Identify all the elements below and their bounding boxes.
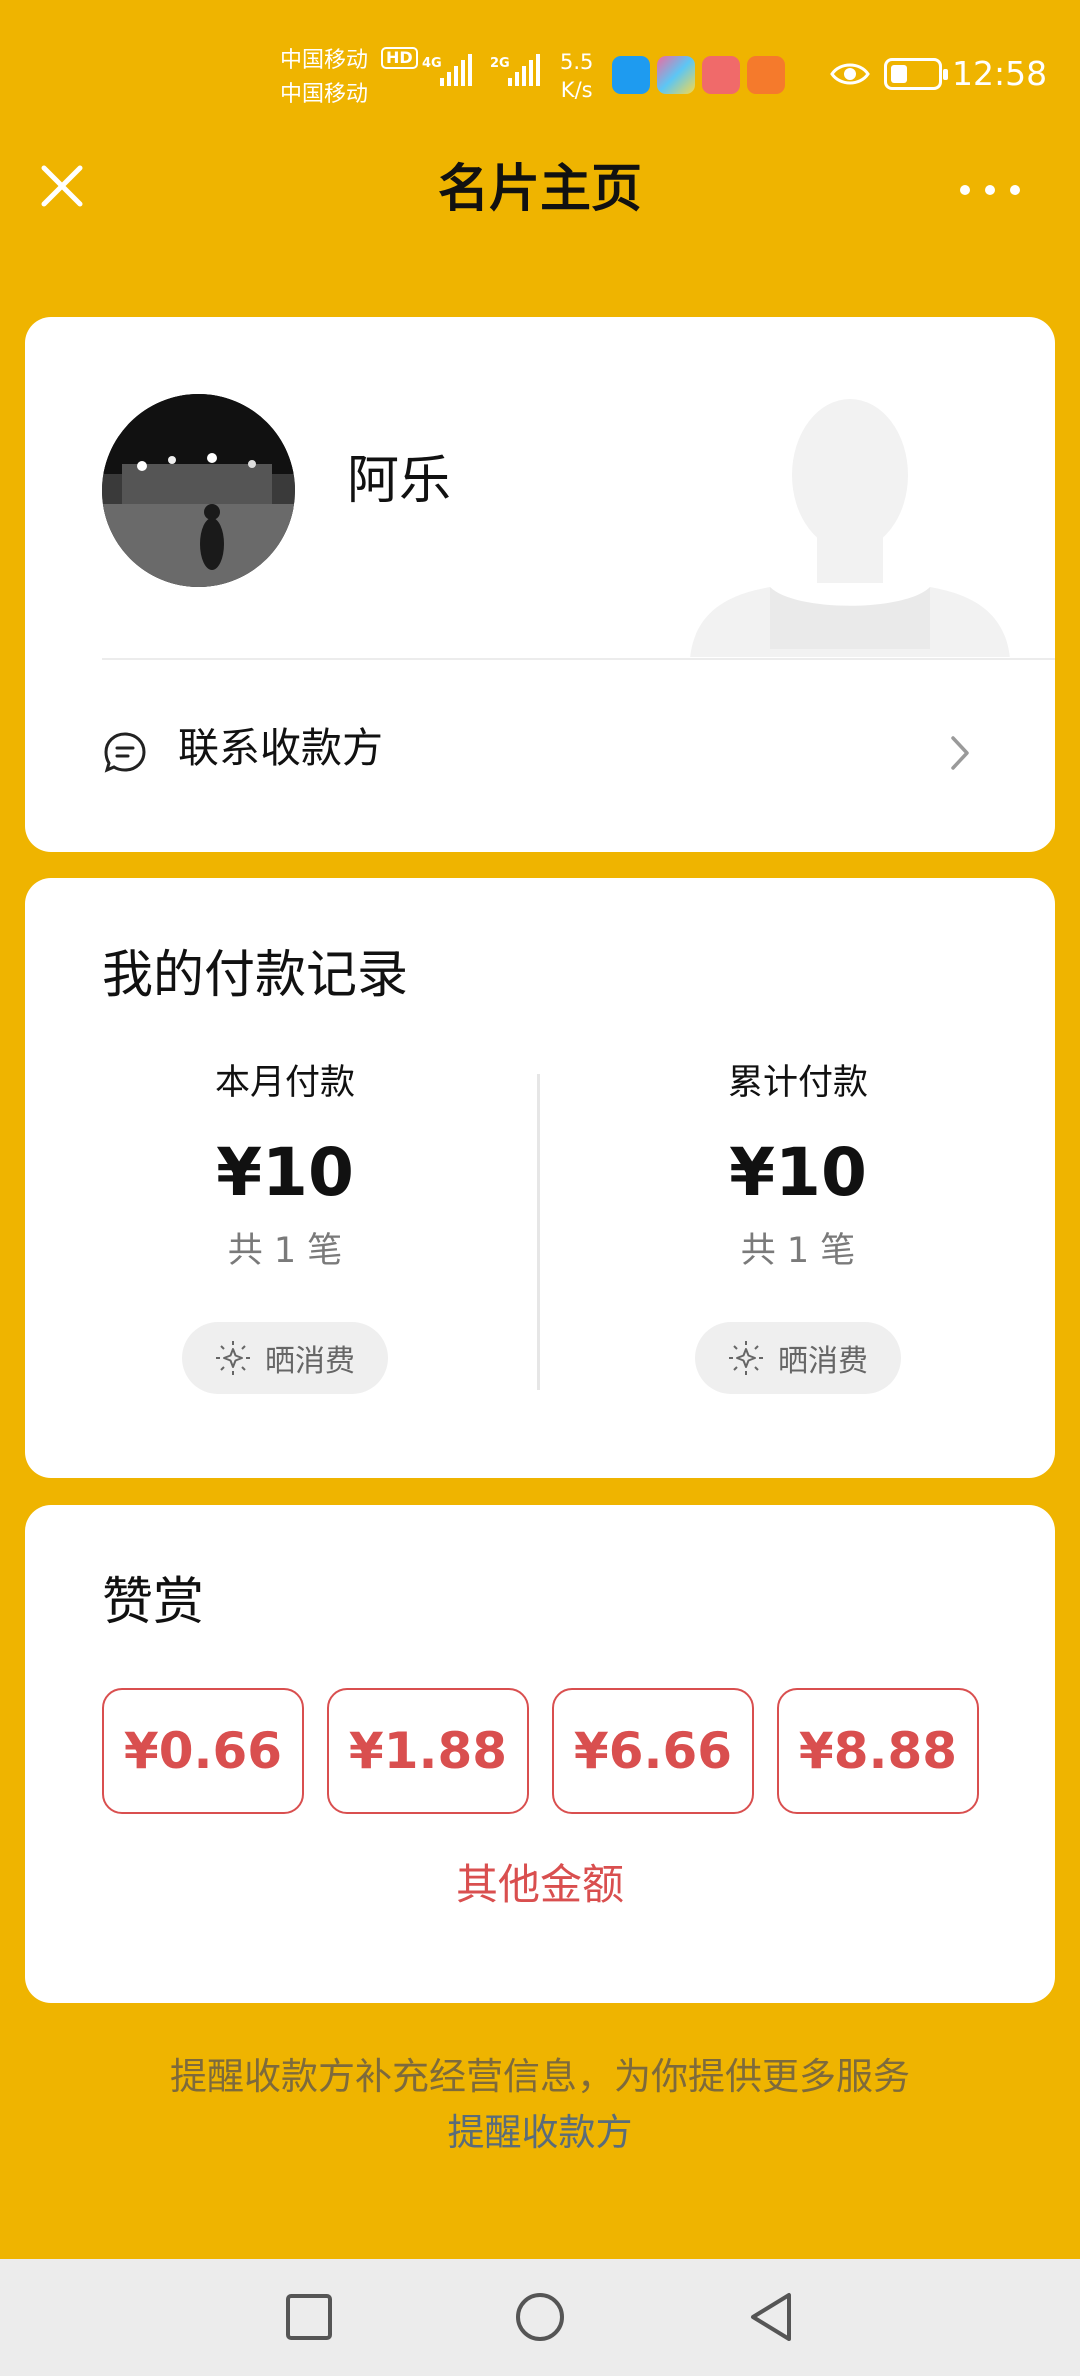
page-title: 名片主页 [437, 160, 642, 219]
shopping-app-icon [702, 56, 740, 94]
battery-icon [884, 58, 948, 90]
carrier-labels: 中国移动 中国移动 [280, 44, 368, 112]
payment-amount: ¥10 [216, 1134, 354, 1211]
paint-app-icon [657, 56, 695, 94]
title-bar: 名片主页 [0, 150, 1080, 290]
column-label: 本月付款 [214, 1063, 355, 1103]
tip-card: 赞赏 ¥0.66 ¥1.88 ¥6.66 ¥8.88 其他金额 [25, 1505, 1055, 2003]
records-title: 我的付款记录 [102, 946, 409, 1005]
profile-card: 阿乐 联系收款方 [25, 317, 1055, 852]
signal-icon-2 [508, 54, 540, 86]
clock: 12:58 [952, 54, 1048, 93]
column-divider [537, 1074, 540, 1390]
payment-count: 共 1 笔 [227, 1231, 343, 1271]
eye-icon [830, 63, 870, 85]
contact-payee-row[interactable]: 联系收款方 [25, 660, 1055, 852]
payment-records-card: 我的付款记录 本月付款 ¥10 共 1 笔 晒消费 累计付款 ¥10 共 1 笔 [25, 878, 1055, 1478]
sparkle-icon [729, 1341, 763, 1375]
status-bar: 中国移动 中国移动 HD 4G 2G 5.5 K/s 12:58 [0, 0, 1080, 150]
recent-apps-icon[interactable] [279, 2287, 339, 2347]
signal-icon [440, 54, 472, 86]
carrier-1: 中国移动 [280, 48, 369, 73]
tip-amount-button[interactable]: ¥6.66 [552, 1688, 754, 1814]
contact-payee-label: 联系收款方 [178, 724, 383, 772]
navigation-bar [0, 2259, 1080, 2376]
app-store-icon [612, 56, 650, 94]
monthly-payment-column: 本月付款 ¥10 共 1 笔 晒消费 [55, 1058, 515, 1394]
remind-payee-link[interactable]: 提醒收款方 [0, 2106, 1080, 2160]
other-amount-link[interactable]: 其他金额 [25, 1855, 1055, 1915]
video-app-icon [747, 56, 785, 94]
tip-amount-button[interactable]: ¥1.88 [327, 1688, 529, 1814]
chat-icon [104, 732, 146, 773]
total-payment-column: 累计付款 ¥10 共 1 笔 晒消费 [568, 1058, 1028, 1394]
share-spending-button[interactable]: 晒消费 [182, 1322, 388, 1394]
hd-badge: HD [381, 47, 418, 69]
battery-fill [891, 65, 907, 83]
avatar-photo [102, 394, 295, 587]
sparkle-icon [216, 1341, 250, 1375]
tip-amount-button[interactable]: ¥8.88 [777, 1688, 979, 1814]
tip-amount-button[interactable]: ¥0.66 [102, 1688, 304, 1814]
share-label: 晒消费 [265, 1344, 355, 1379]
payment-amount: ¥10 [729, 1134, 867, 1211]
share-spending-button[interactable]: 晒消费 [695, 1322, 901, 1394]
home-icon[interactable] [510, 2287, 570, 2347]
carrier-2: 中国移动 [280, 82, 369, 107]
back-icon[interactable] [741, 2287, 801, 2347]
net-speed: 5.5 K/s [560, 48, 593, 104]
speed-value: 5.5 [560, 50, 594, 74]
person-silhouette-icon [690, 399, 1010, 657]
avatar[interactable] [102, 394, 295, 587]
chevron-right-icon [951, 736, 969, 770]
footer-tip-text: 提醒收款方补充经营信息，为你提供更多服务 [170, 2055, 910, 2098]
speed-unit: K/s [560, 78, 593, 102]
more-icon[interactable] [950, 170, 1030, 210]
column-label: 累计付款 [727, 1063, 868, 1103]
share-label: 晒消费 [778, 1344, 868, 1379]
tip-title: 赞赏 [102, 1573, 205, 1632]
profile-name: 阿乐 [347, 451, 452, 511]
payment-count: 共 1 笔 [740, 1231, 856, 1271]
page: 中国移动 中国移动 HD 4G 2G 5.5 K/s 12:58 名片主页 阿乐… [0, 0, 1080, 2376]
